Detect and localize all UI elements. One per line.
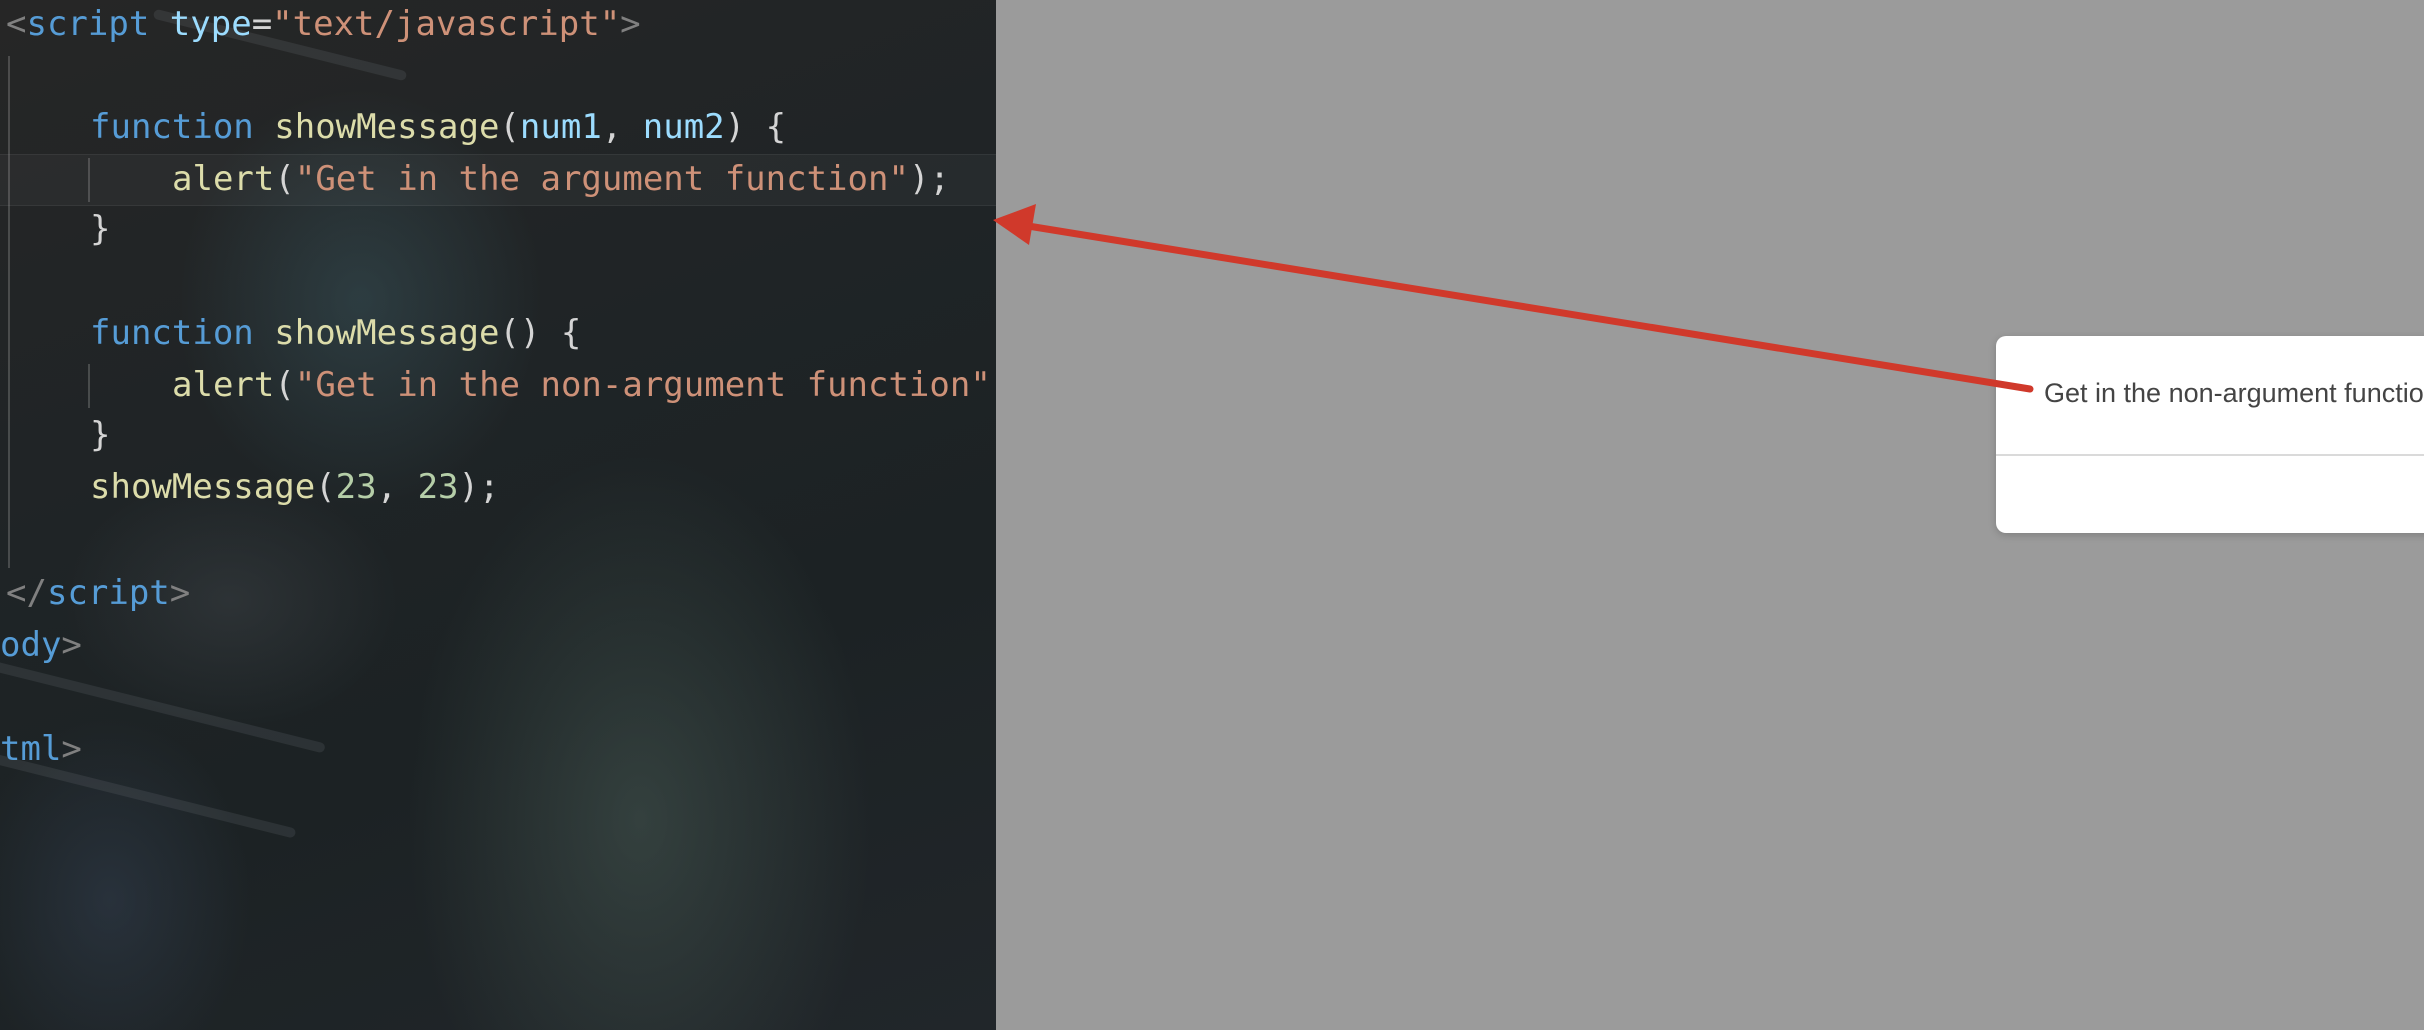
code-token: } [90, 209, 111, 249]
code-token: showMessage [274, 107, 500, 147]
code-editor: <script type="text/javascript"> function… [0, 0, 996, 1030]
code-line[interactable]: </script> [6, 568, 190, 618]
code-token: , [376, 467, 418, 507]
code-token: ody [0, 625, 62, 665]
code-token: > [620, 4, 641, 44]
code-token: alert [172, 159, 275, 199]
code-token: ); [458, 467, 500, 507]
arrow-shaft [1018, 221, 2034, 393]
alert-dialog: Get in the non-argument function [1996, 336, 2424, 533]
arrow-head-icon [993, 204, 1036, 245]
code-token: function [90, 107, 254, 147]
indent-guide [8, 56, 10, 568]
code-line[interactable]: } [90, 410, 110, 460]
code-token: tml [0, 729, 62, 769]
code-token: ) { [724, 107, 787, 147]
code-token: script [46, 573, 170, 613]
code-token: () { [499, 313, 582, 353]
code-token: , [601, 107, 643, 147]
code-token: > [61, 729, 82, 769]
code-token: ( [274, 159, 295, 199]
code-token: </ [6, 573, 47, 613]
code-token: num2 [642, 107, 725, 147]
indent-guide [88, 364, 90, 408]
code-token: < [6, 4, 27, 44]
code-line[interactable]: <script type="text/javascript"> [6, 0, 641, 49]
code-token: num1 [519, 107, 602, 147]
code-token: showMessage [90, 467, 316, 507]
code-token: = [251, 4, 273, 44]
code-token: > [61, 625, 82, 665]
code-token: script [26, 4, 150, 44]
code-token: "Get in the argument function" [294, 159, 909, 199]
alert-message: Get in the non-argument function [2044, 378, 2424, 408]
code-token: ( [499, 107, 520, 147]
indent-guide [88, 158, 90, 202]
dialog-footer[interactable] [1996, 456, 2424, 533]
code-token: function [90, 313, 254, 353]
code-line[interactable]: ody> [0, 620, 82, 670]
code-token: "text/javascript" [272, 4, 621, 44]
code-token: 23 [335, 467, 377, 507]
code-line[interactable]: } [90, 204, 110, 254]
code-token: alert [172, 365, 275, 405]
code-line[interactable]: alert("Get in the non-argument function" [172, 360, 991, 410]
code-token: type [169, 4, 252, 44]
code-token: ( [274, 365, 295, 405]
code-token: 23 [417, 467, 459, 507]
code-line[interactable]: alert("Get in the argument function"); [172, 154, 950, 204]
code-token: "Get in the non-argument function" [294, 365, 991, 405]
code-token: ( [315, 467, 336, 507]
code-line[interactable]: tml> [0, 724, 82, 774]
code-line[interactable]: showMessage(23, 23); [90, 462, 499, 512]
code-token: } [90, 415, 111, 455]
code-token: > [169, 573, 191, 613]
code-token: ); [908, 159, 950, 199]
code-line[interactable]: function showMessage() { [90, 308, 581, 358]
code-line[interactable]: function showMessage(num1, num2) { [90, 102, 786, 152]
code-token: showMessage [274, 313, 500, 353]
